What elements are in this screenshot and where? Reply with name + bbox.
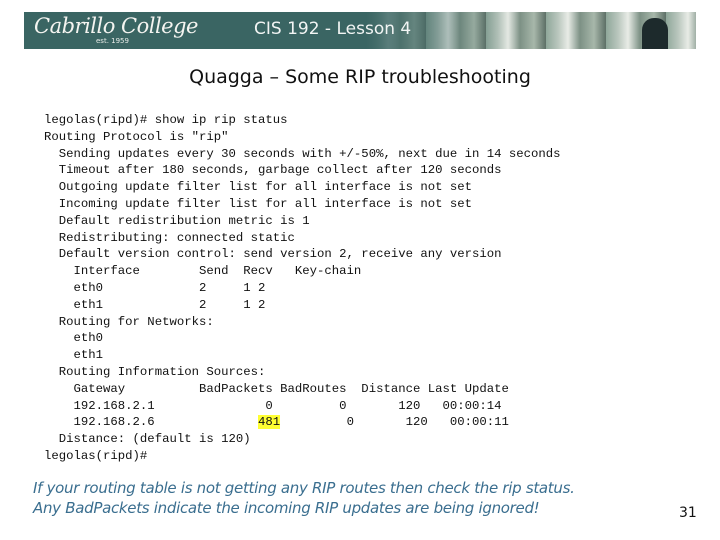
terminal-line: 192.168.2.1 0 0 120 00:00:14: [44, 398, 502, 413]
badpackets-highlight: 481: [258, 415, 281, 430]
college-logo: Cabrillo College: [34, 14, 198, 38]
slide-title: Quagga – Some RIP troubleshooting: [189, 66, 531, 88]
terminal-line: Sending updates every 30 seconds with +/…: [44, 146, 561, 161]
terminal-line: eth1 2 1 2: [44, 297, 266, 312]
terminal-line: 192.168.2.6: [44, 415, 163, 430]
terminal-line: Distance: (default is 120): [44, 432, 251, 447]
terminal-line: Redistributing: connected static: [44, 230, 295, 245]
terminal-line: eth0: [44, 331, 104, 346]
terminal-line: legolas(ripd)#: [44, 448, 148, 463]
terminal-line: Interface Send Recv Key-chain: [44, 264, 362, 279]
terminal-line-rest: 0 120 00:00:11: [280, 415, 509, 430]
terminal-line: Gateway BadPackets BadRoutes Distance La…: [44, 381, 509, 396]
page-number: 31: [679, 505, 697, 521]
note-line-2: Any BadPackets indicate the incoming RIP…: [33, 499, 540, 517]
terminal-line: eth1: [44, 348, 104, 363]
terminal-line: eth0 2 1 2: [44, 280, 266, 295]
banner-photo-figure: [642, 18, 668, 49]
terminal-line: Routing Information Sources:: [44, 364, 266, 379]
terminal-pad: [162, 415, 258, 429]
note-text: If your routing table is not getting any…: [33, 478, 575, 518]
terminal-line: Routing for Networks:: [44, 314, 214, 329]
terminal-line: Routing Protocol is "rip": [44, 129, 229, 144]
terminal-line: Default version control: send version 2,…: [44, 247, 502, 262]
header-banner: Cabrillo College est. 1959 CIS 192 - Les…: [24, 12, 696, 49]
course-title: CIS 192 - Lesson 4: [254, 19, 412, 39]
terminal-line: Outgoing update filter list for all inte…: [44, 180, 473, 195]
college-logo-est: est. 1959: [96, 37, 129, 45]
note-line-1: If your routing table is not getting any…: [33, 479, 575, 497]
terminal-output: legolas(ripd)# show ip rip status Routin…: [44, 112, 561, 465]
terminal-line: legolas(ripd)# show ip rip status: [44, 113, 288, 127]
terminal-line: Default redistribution metric is 1: [44, 213, 310, 228]
terminal-line: Incoming update filter list for all inte…: [44, 196, 473, 211]
terminal-line: Timeout after 180 seconds, garbage colle…: [44, 163, 502, 178]
